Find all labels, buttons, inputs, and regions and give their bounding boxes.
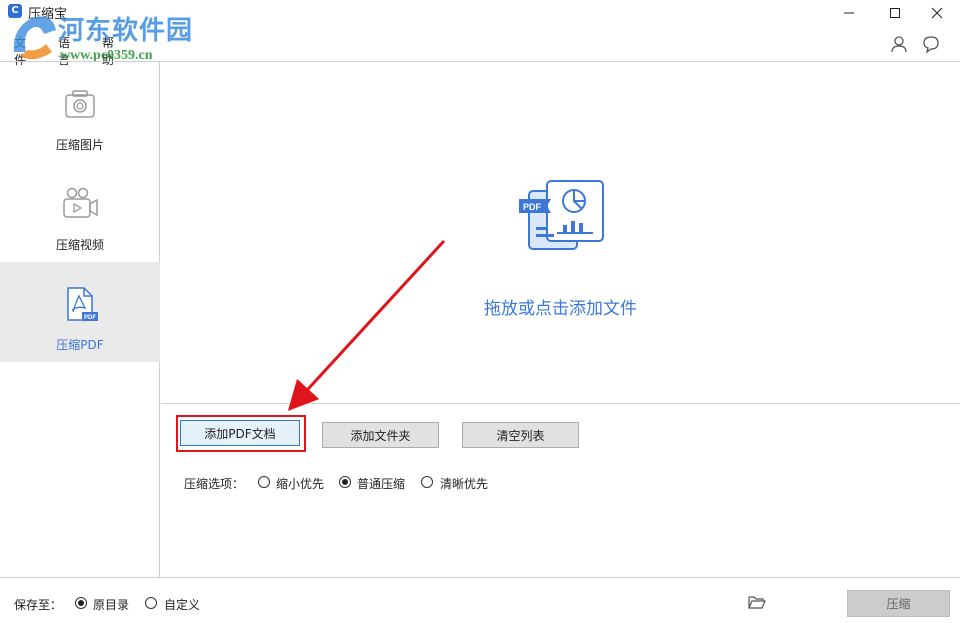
sidebar-item-label: 压缩视频 [55,238,104,252]
svg-text:PDF: PDF [84,315,96,321]
add-folder-button[interactable]: 添加文件夹 [322,422,439,448]
radio-custom-folder[interactable] [145,597,157,609]
chat-bubble-icon [923,36,939,54]
divider [0,577,960,578]
open-folder-button[interactable] [748,594,766,610]
window-title: 压缩宝 [28,7,68,22]
close-button[interactable] [914,0,960,26]
maximize-button[interactable] [872,0,918,26]
minimize-icon [844,12,854,14]
file-drop-zone[interactable]: PDF 拖放或点击添加文件 [161,62,960,403]
user-account-button[interactable] [889,34,909,54]
radio-size-priority[interactable] [258,476,270,488]
camera-icon [65,90,95,118]
feedback-button[interactable] [921,34,941,54]
title-bar: C 压缩宝 [0,0,960,30]
sidebar-item-label: 压缩图片 [55,138,104,152]
maximize-icon [890,8,900,18]
sidebar-item-compress-pdf[interactable]: PDF 压缩PDF [0,262,160,362]
compression-options-label: 压缩选项： [184,477,245,491]
radio-normal-compress[interactable] [339,476,351,488]
user-icon [891,36,907,53]
pdf-file-icon: PDF [67,287,98,321]
sidebar: 压缩图片 压缩视频 PDF 压缩PDF [0,62,160,577]
radio-clarity-priority[interactable] [421,476,433,488]
annotation-highlight-box [176,415,306,452]
pdf-documents-icon: PDF [519,180,604,250]
app-logo-icon: C [8,4,22,18]
save-to-label: 保存至： [14,598,63,612]
radio-label: 清晰优先 [440,477,489,491]
radio-label: 普通压缩 [357,477,406,491]
sidebar-item-label: 压缩PDF [56,338,104,352]
minimize-button[interactable] [826,0,872,26]
folder-open-icon [748,596,766,609]
radio-label: 自定义 [164,598,201,612]
radio-label: 原目录 [93,598,130,612]
compress-button[interactable]: 压缩 [847,590,950,617]
drop-zone-text: 拖放或点击添加文件 [484,299,637,319]
divider [161,403,960,404]
video-camera-icon [63,187,98,218]
clear-list-button[interactable]: 清空列表 [462,422,579,448]
sidebar-item-compress-image[interactable]: 压缩图片 [0,62,160,162]
close-icon [931,7,943,19]
sidebar-item-compress-video[interactable]: 压缩视频 [0,162,160,262]
pdf-badge-label: PDF [523,202,542,212]
radio-original-folder[interactable] [75,597,87,609]
radio-label: 缩小优先 [276,477,325,491]
